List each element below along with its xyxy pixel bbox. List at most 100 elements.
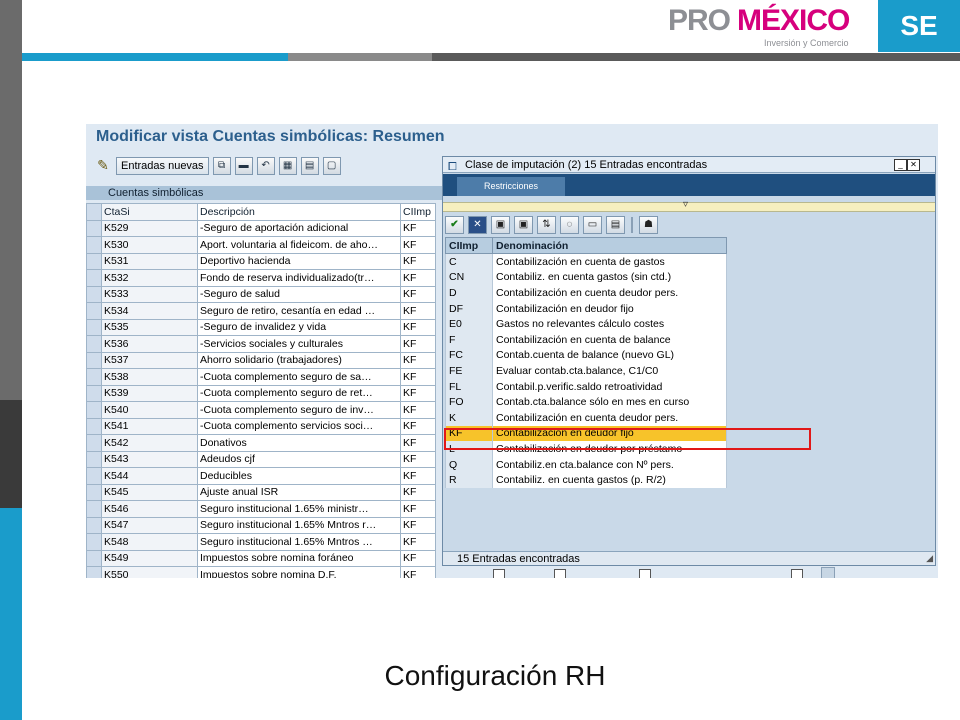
account-class[interactable]: KF <box>400 401 436 419</box>
table-row[interactable]: K548 Seguro institucional 1.65% Mntros … K… <box>86 533 436 551</box>
row-selector[interactable] <box>86 302 102 320</box>
list-item[interactable]: FE Evaluar contab.cta.balance, C1/C0 <box>445 363 727 379</box>
table-row[interactable]: K538 -Cuota complemento seguro de sa… KF <box>86 368 436 386</box>
table-row[interactable]: K532 Fondo de reserva individualizado(tr…… <box>86 269 436 287</box>
table-row[interactable]: K549 Impuestos sobre nomina foráneo KF <box>86 549 436 567</box>
class-code[interactable]: FO <box>445 394 493 410</box>
undo-icon[interactable]: ↶ <box>256 157 275 175</box>
list-item[interactable]: R Contabiliz. en cuenta gastos (p. R/2) <box>445 472 727 488</box>
row-selector[interactable] <box>86 450 102 468</box>
account-class[interactable]: KF <box>400 417 436 435</box>
find-icon[interactable]: ▣ <box>491 216 510 234</box>
table-row[interactable]: K546 Seguro institucional 1.65% ministr… K… <box>86 500 436 518</box>
close-icon[interactable]: ✕ <box>907 159 920 171</box>
account-class[interactable]: KF <box>400 318 436 336</box>
table-row[interactable]: K545 Ajuste anual ISR KF <box>86 483 436 501</box>
table-row[interactable]: K529 -Seguro de aportación adicional KF <box>86 219 436 237</box>
class-description[interactable]: Contabilización en deudor fijo <box>492 300 727 317</box>
column-header[interactable]: CtaSi <box>101 203 198 221</box>
list-item[interactable]: FC Contab.cuenta de balance (nuevo GL) <box>445 347 727 364</box>
account-class[interactable]: KF <box>400 467 436 485</box>
class-code[interactable]: R <box>445 472 493 488</box>
class-code[interactable]: F <box>445 331 493 348</box>
row-selector[interactable] <box>86 401 102 419</box>
select-block-icon[interactable]: ▤ <box>300 157 319 175</box>
class-description[interactable]: Contabilización en cuenta de balance <box>492 331 727 348</box>
list-item[interactable]: DF Contabilización en deudor fijo <box>445 300 727 317</box>
account-class[interactable]: KF <box>400 285 436 303</box>
row-selector[interactable] <box>86 516 102 534</box>
row-selector[interactable] <box>86 549 102 567</box>
account-class[interactable]: KF <box>400 450 436 468</box>
class-description[interactable]: Evaluar contab.cta.balance, C1/C0 <box>492 363 727 379</box>
select-all-icon[interactable]: ▦ <box>278 157 297 175</box>
class-description[interactable]: Contab.cta.balance sólo en mes en curso <box>492 394 727 410</box>
tab-restricciones[interactable]: Restricciones <box>457 177 565 196</box>
new-entries-button[interactable]: Entradas nuevas <box>116 157 209 175</box>
account-class[interactable]: KF <box>400 252 436 270</box>
column-header[interactable]: Denominación <box>492 237 727 254</box>
class-code[interactable]: CN <box>445 269 493 286</box>
delete-icon[interactable]: ▬ <box>234 157 253 175</box>
list-item[interactable]: E0 Gastos no relevantes cálculo costes <box>445 316 727 332</box>
row-selector[interactable] <box>86 483 102 501</box>
column-header[interactable]: CIImp <box>445 237 493 254</box>
scrollbar-down[interactable] <box>821 567 835 578</box>
account-class[interactable]: KF <box>400 483 436 501</box>
list-item[interactable]: D Contabilización en cuenta deudor pers. <box>445 285 727 301</box>
table-row[interactable]: K543 Adeudos cjf KF <box>86 450 436 468</box>
row-checkbox[interactable] <box>493 569 505 578</box>
class-code[interactable]: C <box>445 253 493 270</box>
column-header[interactable]: CIImp <box>400 203 436 221</box>
row-selector[interactable] <box>86 500 102 518</box>
table-row[interactable]: K533 -Seguro de salud KF <box>86 285 436 303</box>
class-code[interactable]: DF <box>445 300 493 317</box>
class-description[interactable]: Contabilización en cuenta de gastos <box>492 253 727 270</box>
class-description[interactable]: Gastos no relevantes cálculo costes <box>492 316 727 332</box>
row-selector[interactable] <box>86 351 102 369</box>
account-class[interactable]: KF <box>400 269 436 287</box>
account-class[interactable]: KF <box>400 368 436 386</box>
account-class[interactable]: KF <box>400 516 436 534</box>
list-item[interactable]: FO Contab.cta.balance sólo en mes en curs… <box>445 394 727 410</box>
account-class[interactable]: KF <box>400 500 436 518</box>
table-row[interactable]: K539 -Cuota complemento seguro de ret… KF <box>86 384 436 402</box>
row-selector[interactable] <box>86 269 102 287</box>
table-row[interactable]: K542 Donativos KF <box>86 434 436 452</box>
table-row[interactable]: K540 -Cuota complemento seguro de inv… KF <box>86 401 436 419</box>
filter-icon[interactable]: ◌ <box>560 216 579 234</box>
list-item[interactable]: F Contabilización en cuenta de balance <box>445 331 727 348</box>
row-selector[interactable] <box>86 285 102 303</box>
table-row[interactable]: K537 Ahorro solidario (trabajadores) KF <box>86 351 436 369</box>
table-row[interactable]: K530 Aport. voluntaria al fideicom. de ah… <box>86 236 436 254</box>
row-checkbox[interactable] <box>791 569 803 578</box>
list-item[interactable]: C Contabilización en cuenta de gastos <box>445 253 727 270</box>
print-icon[interactable]: ▭ <box>583 216 602 234</box>
account-class[interactable]: KF <box>400 219 436 237</box>
list-item[interactable]: CN Contabiliz. en cuenta gastos (sin ctd.… <box>445 269 727 286</box>
row-selector[interactable] <box>86 384 102 402</box>
list-item[interactable]: K Contabilización en cuenta deudor pers. <box>445 409 727 426</box>
table-row[interactable]: K534 Seguro de retiro, cesantía en edad …… <box>86 302 436 320</box>
table-row[interactable]: K547 Seguro institucional 1.65% Mntros r…… <box>86 516 436 534</box>
account-class[interactable]: KF <box>400 351 436 369</box>
row-selector[interactable] <box>86 417 102 435</box>
list-item[interactable]: Q Contabiliz.en cta.balance con Nº pers. <box>445 456 727 473</box>
table-row[interactable]: K535 -Seguro de invalidez y vida KF <box>86 318 436 336</box>
confirm-icon[interactable]: ✔ <box>445 216 464 234</box>
deselect-icon[interactable]: ▢ <box>322 157 341 175</box>
sort-icon[interactable]: ⇅ <box>537 216 556 234</box>
class-description[interactable]: Contabiliz. en cuenta gastos (sin ctd.) <box>492 269 727 286</box>
row-checkbox[interactable] <box>554 569 566 578</box>
class-code[interactable]: K <box>445 409 493 426</box>
row-selector[interactable] <box>86 566 102 578</box>
copy-icon[interactable]: ⧉ <box>212 157 231 175</box>
table-row[interactable]: K550 Impuestos sobre nomina D.F. KF <box>86 566 436 578</box>
select-all-cell[interactable] <box>86 203 102 221</box>
class-code[interactable]: Q <box>445 456 493 473</box>
list-item[interactable]: FL Contabil.p.verific.saldo retroatividad <box>445 378 727 395</box>
account-class[interactable]: KF <box>400 236 436 254</box>
row-selector[interactable] <box>86 236 102 254</box>
export-icon[interactable]: ▤ <box>606 216 625 234</box>
class-code[interactable]: D <box>445 285 493 301</box>
